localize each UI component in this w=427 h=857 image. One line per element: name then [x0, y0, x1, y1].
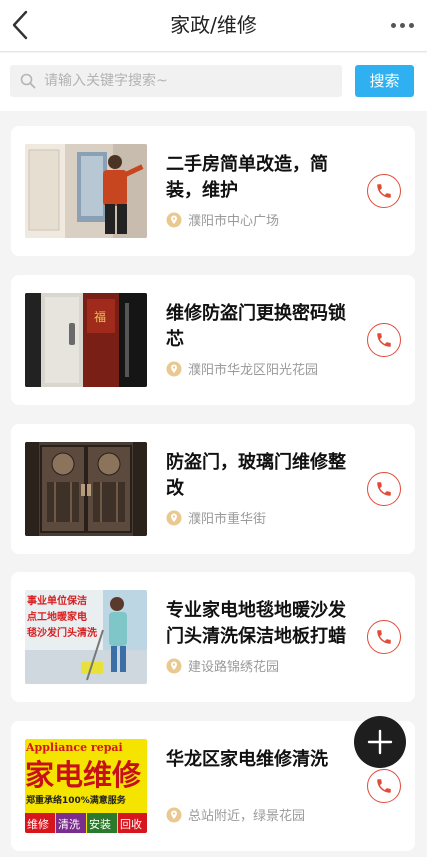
listing-location: 建设路锦绣花园: [166, 656, 279, 675]
search-button[interactable]: 搜索: [355, 65, 414, 97]
listing-card[interactable]: 二手房简单改造，简装，维护 濮阳市中心广场: [11, 126, 415, 256]
phone-icon: [377, 333, 391, 347]
cleaning-service-photo: 事业单位保洁 点工地暖家电 毯沙发门头清洗: [25, 590, 147, 684]
image-caption-line: 点工地暖家电: [27, 610, 87, 623]
search-input[interactable]: [44, 66, 334, 96]
banner-promise: 郑重承络100%满意服务: [26, 794, 127, 806]
listing-location-text: 建设路锦绣花园: [188, 660, 280, 675]
banner-tag-clean: 清洗: [58, 818, 80, 831]
banner-tag-recycle: 回收: [120, 817, 142, 831]
listing-card[interactable]: 防盗门，玻璃门维修整改 濮阳市重华街: [11, 424, 415, 554]
listing-location: 濮阳市重华街: [166, 508, 266, 527]
banner-tag-repair: 维修: [27, 817, 49, 831]
location-pin-icon: [166, 807, 182, 823]
listing-title: 二手房简单改造，简装，维护: [166, 154, 328, 201]
call-button[interactable]: [367, 769, 401, 803]
search-box[interactable]: [10, 65, 342, 97]
security-door-lock-photo: 福: [25, 293, 147, 387]
call-button[interactable]: [367, 472, 401, 506]
listing-location-text: 濮阳市华龙区阳光花园: [188, 363, 319, 378]
call-button[interactable]: [367, 323, 401, 357]
phone-icon: [377, 482, 391, 496]
listing-location-text: 濮阳市重华街: [188, 512, 267, 527]
renovation-worker-photo: [25, 144, 147, 238]
plus-icon: [367, 729, 393, 755]
banner-tag-install: 安装: [89, 817, 111, 831]
banner-heading-en: Appliance repai: [25, 741, 123, 754]
search-bar: 搜索: [0, 53, 427, 111]
phone-icon: [377, 184, 391, 198]
listing-title: 专业家电地毯地暖沙发门头清洗保洁地板打蜡: [166, 600, 346, 647]
location-pin-icon: [166, 361, 182, 377]
ornate-metal-door-photo: [25, 442, 147, 536]
location-pin-icon: [166, 510, 182, 526]
top-navbar: 家政/维修: [0, 0, 427, 52]
image-caption-line: 毯沙发门头清洗: [27, 626, 97, 639]
phone-icon: [377, 779, 391, 793]
listing-location-text: 濮阳市中心广场: [188, 214, 280, 229]
listing-title: 维修防盗门更换密码锁芯: [166, 303, 346, 350]
svg-text:福: 福: [94, 309, 106, 324]
call-button[interactable]: [367, 174, 401, 208]
location-pin-icon: [166, 212, 182, 228]
phone-icon: [377, 630, 391, 644]
listing-title: 防盗门，玻璃门维修整改: [166, 452, 346, 499]
listing-location: 濮阳市华龙区阳光花园: [166, 359, 318, 378]
listing-card[interactable]: 事业单位保洁 点工地暖家电 毯沙发门头清洗 专业家电地毯地暖沙发门头清洗保洁地板…: [11, 572, 415, 702]
more-options-button[interactable]: [385, 12, 419, 38]
listing-title: 华龙区家电维修清洗: [166, 749, 328, 770]
banner-heading-zh: 家电维修: [25, 758, 142, 792]
more-dots-icon: [390, 22, 396, 28]
listing-location-text: 总站附近，绿景花园: [188, 809, 306, 824]
listing-location: 濮阳市中心广场: [166, 210, 279, 229]
listing-location: 总站附近，绿景花园: [166, 805, 305, 824]
call-button[interactable]: [367, 620, 401, 654]
page-title: 家政/维修: [170, 13, 257, 37]
appliance-repair-banner: Appliance repai 家电维修 郑重承络100%满意服务 维修 清洗 …: [25, 739, 147, 833]
image-caption-line: 事业单位保洁: [27, 594, 87, 607]
location-pin-icon: [166, 658, 182, 674]
search-icon: [20, 73, 36, 89]
listing-card[interactable]: 福 维修防盗门更换密码锁芯 濮阳市华龙区阳光花园: [11, 275, 415, 405]
add-listing-button[interactable]: [354, 716, 406, 768]
